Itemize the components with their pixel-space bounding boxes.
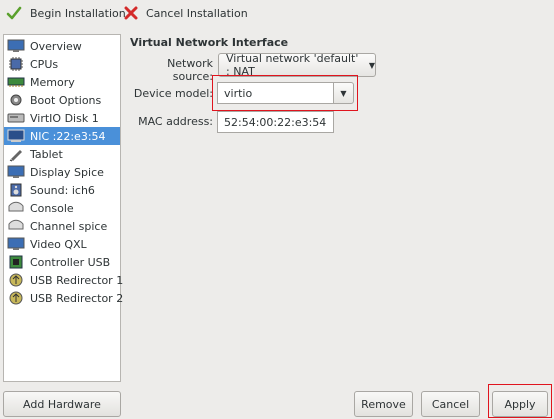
sidebar-item-label: Video QXL (30, 237, 87, 251)
sidebar-item-label: Boot Options (30, 93, 102, 107)
begin-installation-label: Begin Installation (30, 6, 126, 20)
sidebar-item-display-spice[interactable]: Display Spice (4, 163, 120, 181)
cancel-installation-label: Cancel Installation (146, 6, 248, 20)
memory-icon (7, 74, 25, 90)
usb-redirector-icon (7, 272, 25, 288)
boot-options-icon (7, 92, 25, 108)
sidebar-item-label: Channel spice (30, 219, 108, 233)
remove-label: Remove (361, 397, 406, 411)
section-title: Virtual Network Interface (130, 36, 289, 49)
sidebar-item-label: Display Spice (30, 165, 104, 179)
sidebar-item-usb-redirector-1[interactable]: USB Redirector 1 (4, 271, 124, 289)
sidebar-item-overview[interactable]: Overview (4, 37, 120, 55)
device-model-label: Device model: (133, 87, 213, 100)
remove-button[interactable]: Remove (354, 391, 413, 417)
begin-installation-button[interactable]: Begin Installation (6, 0, 126, 26)
sidebar-item-tablet[interactable]: Tablet (4, 145, 120, 163)
sidebar-item-label: Tablet (30, 147, 63, 161)
cpu-icon (7, 56, 25, 72)
sidebar-item-channel-spice[interactable]: Channel spice (4, 217, 120, 235)
sidebar-item-label: Overview (30, 39, 82, 53)
sidebar-item-label: Controller USB (30, 255, 111, 269)
sidebar-item-nic[interactable]: NIC :22:e3:54 (4, 127, 120, 145)
sidebar-item-sound[interactable]: Sound: ich6 (4, 181, 120, 199)
nic-icon (7, 128, 25, 144)
add-hardware-label: Add Hardware (23, 397, 101, 411)
sound-icon (7, 182, 25, 198)
sidebar-item-label: USB Redirector 2 (30, 291, 124, 305)
sidebar-item-label: USB Redirector 1 (30, 273, 124, 287)
tablet-icon (7, 146, 25, 162)
sidebar-item-label: NIC :22:e3:54 (30, 129, 106, 143)
sidebar-item-video-qxl[interactable]: Video QXL (4, 235, 120, 253)
video-icon (7, 236, 25, 252)
usb-redirector-icon (7, 290, 25, 306)
cancel-label: Cancel (431, 397, 470, 411)
highlight-box-device-model (212, 75, 358, 111)
cancel-button[interactable]: Cancel (421, 391, 480, 417)
mac-address-label: MAC address: (138, 115, 213, 128)
checkmark-icon (6, 6, 22, 20)
sidebar-item-cpus[interactable]: CPUs (4, 55, 120, 73)
mac-address-input[interactable]: 52:54:00:22:e3:54 (217, 111, 334, 133)
overview-icon (7, 38, 25, 54)
network-source-label: Network source: (167, 57, 213, 83)
sidebar-item-virtio-disk-1[interactable]: VirtIO Disk 1 (4, 109, 120, 127)
display-icon (7, 164, 25, 180)
hardware-list: Overview CPUs Memory Boot Options VirtIO… (3, 34, 124, 382)
disk-icon (7, 110, 25, 126)
sidebar-item-label: Memory (30, 75, 75, 89)
sidebar-item-memory[interactable]: Memory (4, 73, 120, 91)
dropdown-arrow-icon: ▼ (368, 60, 375, 70)
sidebar-item-console[interactable]: Console (4, 199, 120, 217)
channel-icon (7, 218, 25, 234)
sidebar-item-boot-options[interactable]: Boot Options (4, 91, 120, 109)
network-source-combo[interactable]: Virtual network 'default' : NAT ▼ (218, 52, 376, 78)
sidebar-item-label: Sound: ich6 (30, 183, 95, 197)
controller-icon (7, 254, 25, 270)
sidebar-item-label: VirtIO Disk 1 (30, 111, 99, 125)
sidebar-item-label: Console (30, 201, 74, 215)
console-icon (7, 200, 25, 216)
mac-address-value: 52:54:00:22:e3:54 (224, 115, 327, 129)
add-hardware-button[interactable]: Add Hardware (3, 391, 121, 417)
sidebar-item-controller-usb[interactable]: Controller USB (4, 253, 120, 271)
cancel-installation-button[interactable]: Cancel Installation (124, 0, 248, 26)
red-x-icon (124, 6, 138, 20)
highlight-box-apply (488, 384, 552, 418)
sidebar-item-label: CPUs (30, 57, 59, 71)
sidebar-item-usb-redirector-2[interactable]: USB Redirector 2 (4, 289, 124, 307)
